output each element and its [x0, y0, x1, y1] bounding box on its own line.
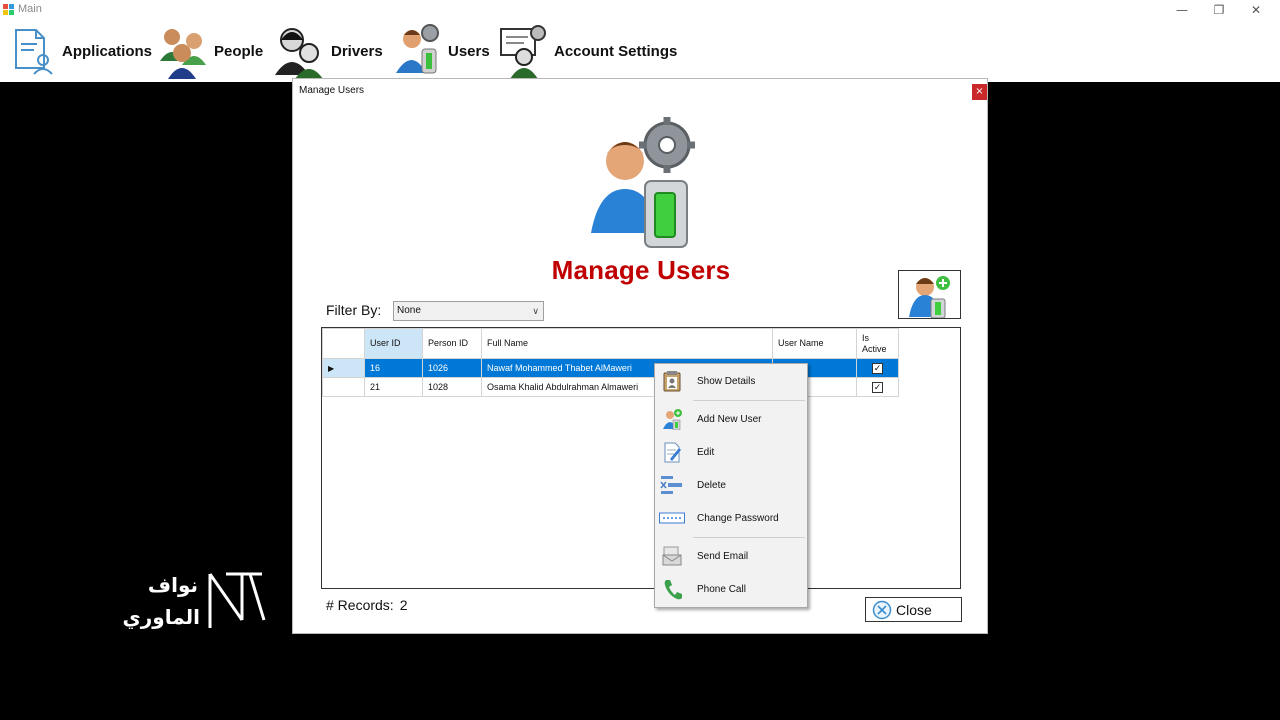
filter-by-dropdown[interactable]: None ∨ — [393, 301, 544, 321]
chevron-down-icon: ∨ — [532, 306, 539, 316]
add-user-icon — [909, 276, 950, 319]
add-user-icon — [662, 409, 682, 430]
menu-item-change-password[interactable]: Change Password — [655, 505, 807, 531]
row-selector[interactable] — [322, 377, 365, 397]
delete-icon — [659, 476, 682, 494]
cell-user-id[interactable]: 16 — [364, 358, 423, 378]
menu-item-add-new-user[interactable]: Add New User — [655, 406, 807, 432]
row-selector[interactable]: ▶ — [322, 358, 365, 378]
menu-label-applications: Applications — [62, 42, 153, 60]
menu-item-account-settings[interactable]: Account Settings — [498, 22, 677, 80]
dialog-title: Manage Users — [299, 85, 365, 96]
records-label: # Records: — [326, 597, 394, 613]
window-title: Main — [18, 3, 42, 15]
records-value: 2 — [399, 597, 408, 613]
filter-label: Filter By: — [326, 302, 382, 318]
context-menu: Show Details Add New User Edit Delete Ch… — [654, 363, 808, 608]
menu-item-drivers[interactable]: Drivers — [275, 22, 383, 80]
menu-separator — [693, 537, 805, 538]
menu-separator — [693, 400, 805, 401]
row-header-corner — [322, 328, 365, 359]
close-circle-icon — [872, 600, 892, 619]
row-pointer-icon: ▶ — [328, 364, 335, 373]
menu-item-applications[interactable]: Applications — [12, 22, 152, 80]
cell-is-active[interactable]: ✓ — [856, 358, 899, 378]
users-grid[interactable]: User ID Person ID Full Name User Name Is… — [321, 327, 961, 589]
main-title-bar: Main — ❐ ✕ — [0, 0, 1280, 20]
menu-item-phone-call[interactable]: Phone Call — [655, 576, 807, 602]
close-button[interactable]: Close — [865, 597, 962, 622]
menu-item-users[interactable]: Users — [396, 22, 490, 80]
restore-button[interactable]: ❐ — [1201, 0, 1237, 20]
checkbox-checked[interactable]: ✓ — [872, 381, 883, 393]
filter-selected-value: None — [397, 305, 421, 316]
page-title: Manage Users — [551, 255, 731, 285]
menu-label-add-new-user: Add New User — [697, 413, 762, 425]
add-new-user-button[interactable] — [898, 270, 961, 319]
watermark-line1: نواف — [148, 573, 198, 597]
watermark-line2: الماوري — [122, 605, 200, 630]
users-icon — [396, 24, 439, 74]
menu-item-send-email[interactable]: Send Email — [655, 543, 807, 569]
phone-icon — [664, 580, 682, 600]
manage-users-icon — [591, 117, 695, 248]
cell-user-id[interactable]: 21 — [364, 377, 423, 397]
show-details-icon — [663, 371, 680, 392]
menu-label-send-email: Send Email — [697, 550, 749, 562]
menu-label-edit: Edit — [697, 446, 715, 458]
menu-item-delete[interactable]: Delete — [655, 472, 807, 498]
menu-label-drivers: Drivers — [331, 42, 383, 60]
dialog-close-button[interactable]: × — [972, 84, 987, 100]
watermark-logo: نواف الماوري — [122, 572, 266, 630]
menu-label-users: Users — [448, 42, 490, 60]
menu-label-phone-call: Phone Call — [697, 583, 746, 595]
column-header-full-name[interactable]: Full Name — [481, 328, 773, 359]
column-header-user-name[interactable]: User Name — [772, 328, 857, 359]
nm-monogram-icon — [208, 572, 266, 628]
menu-item-show-details[interactable]: Show Details — [655, 368, 807, 394]
column-header-user-id[interactable]: User ID — [364, 328, 423, 359]
window-close-button[interactable]: ✕ — [1238, 0, 1274, 20]
main-menu-bar: Applications People Drivers Users Accoun… — [0, 20, 1280, 82]
menu-label-show-details: Show Details — [697, 375, 756, 387]
cell-person-id[interactable]: 1026 — [422, 358, 482, 378]
menu-label-account-settings: Account Settings — [554, 42, 678, 60]
applications-icon — [15, 29, 53, 75]
column-header-is-active[interactable]: Is Active — [856, 328, 899, 359]
column-header-person-id[interactable]: Person ID — [422, 328, 482, 359]
checkbox-checked[interactable]: ✓ — [872, 362, 883, 374]
app-icon — [3, 4, 14, 15]
menu-label-delete: Delete — [697, 479, 726, 491]
table-row[interactable]: ▶ 16 1026 Nawaf Mohammed Thabet AlMaweri… — [322, 358, 899, 378]
records-count: # Records: 2 — [326, 597, 408, 613]
menu-label-people: People — [214, 42, 264, 60]
drivers-icon — [275, 28, 323, 79]
cell-person-id[interactable]: 1028 — [422, 377, 482, 397]
password-icon — [658, 512, 685, 524]
table-row[interactable]: 21 1028 Osama Khalid Abdulrahman Almawer… — [322, 377, 899, 397]
close-button-label: Close — [896, 601, 932, 618]
cell-is-active[interactable]: ✓ — [856, 377, 899, 397]
account-settings-icon — [500, 25, 546, 79]
people-icon — [160, 29, 206, 79]
menu-item-edit[interactable]: Edit — [655, 439, 807, 465]
menu-label-change-password: Change Password — [697, 512, 779, 524]
email-icon — [662, 546, 681, 566]
minimize-button[interactable]: — — [1164, 0, 1200, 20]
menu-item-people[interactable]: People — [158, 22, 263, 80]
edit-icon — [664, 442, 681, 463]
manage-users-dialog: Manage Users × Manage Users Filter By: N… — [292, 78, 988, 634]
